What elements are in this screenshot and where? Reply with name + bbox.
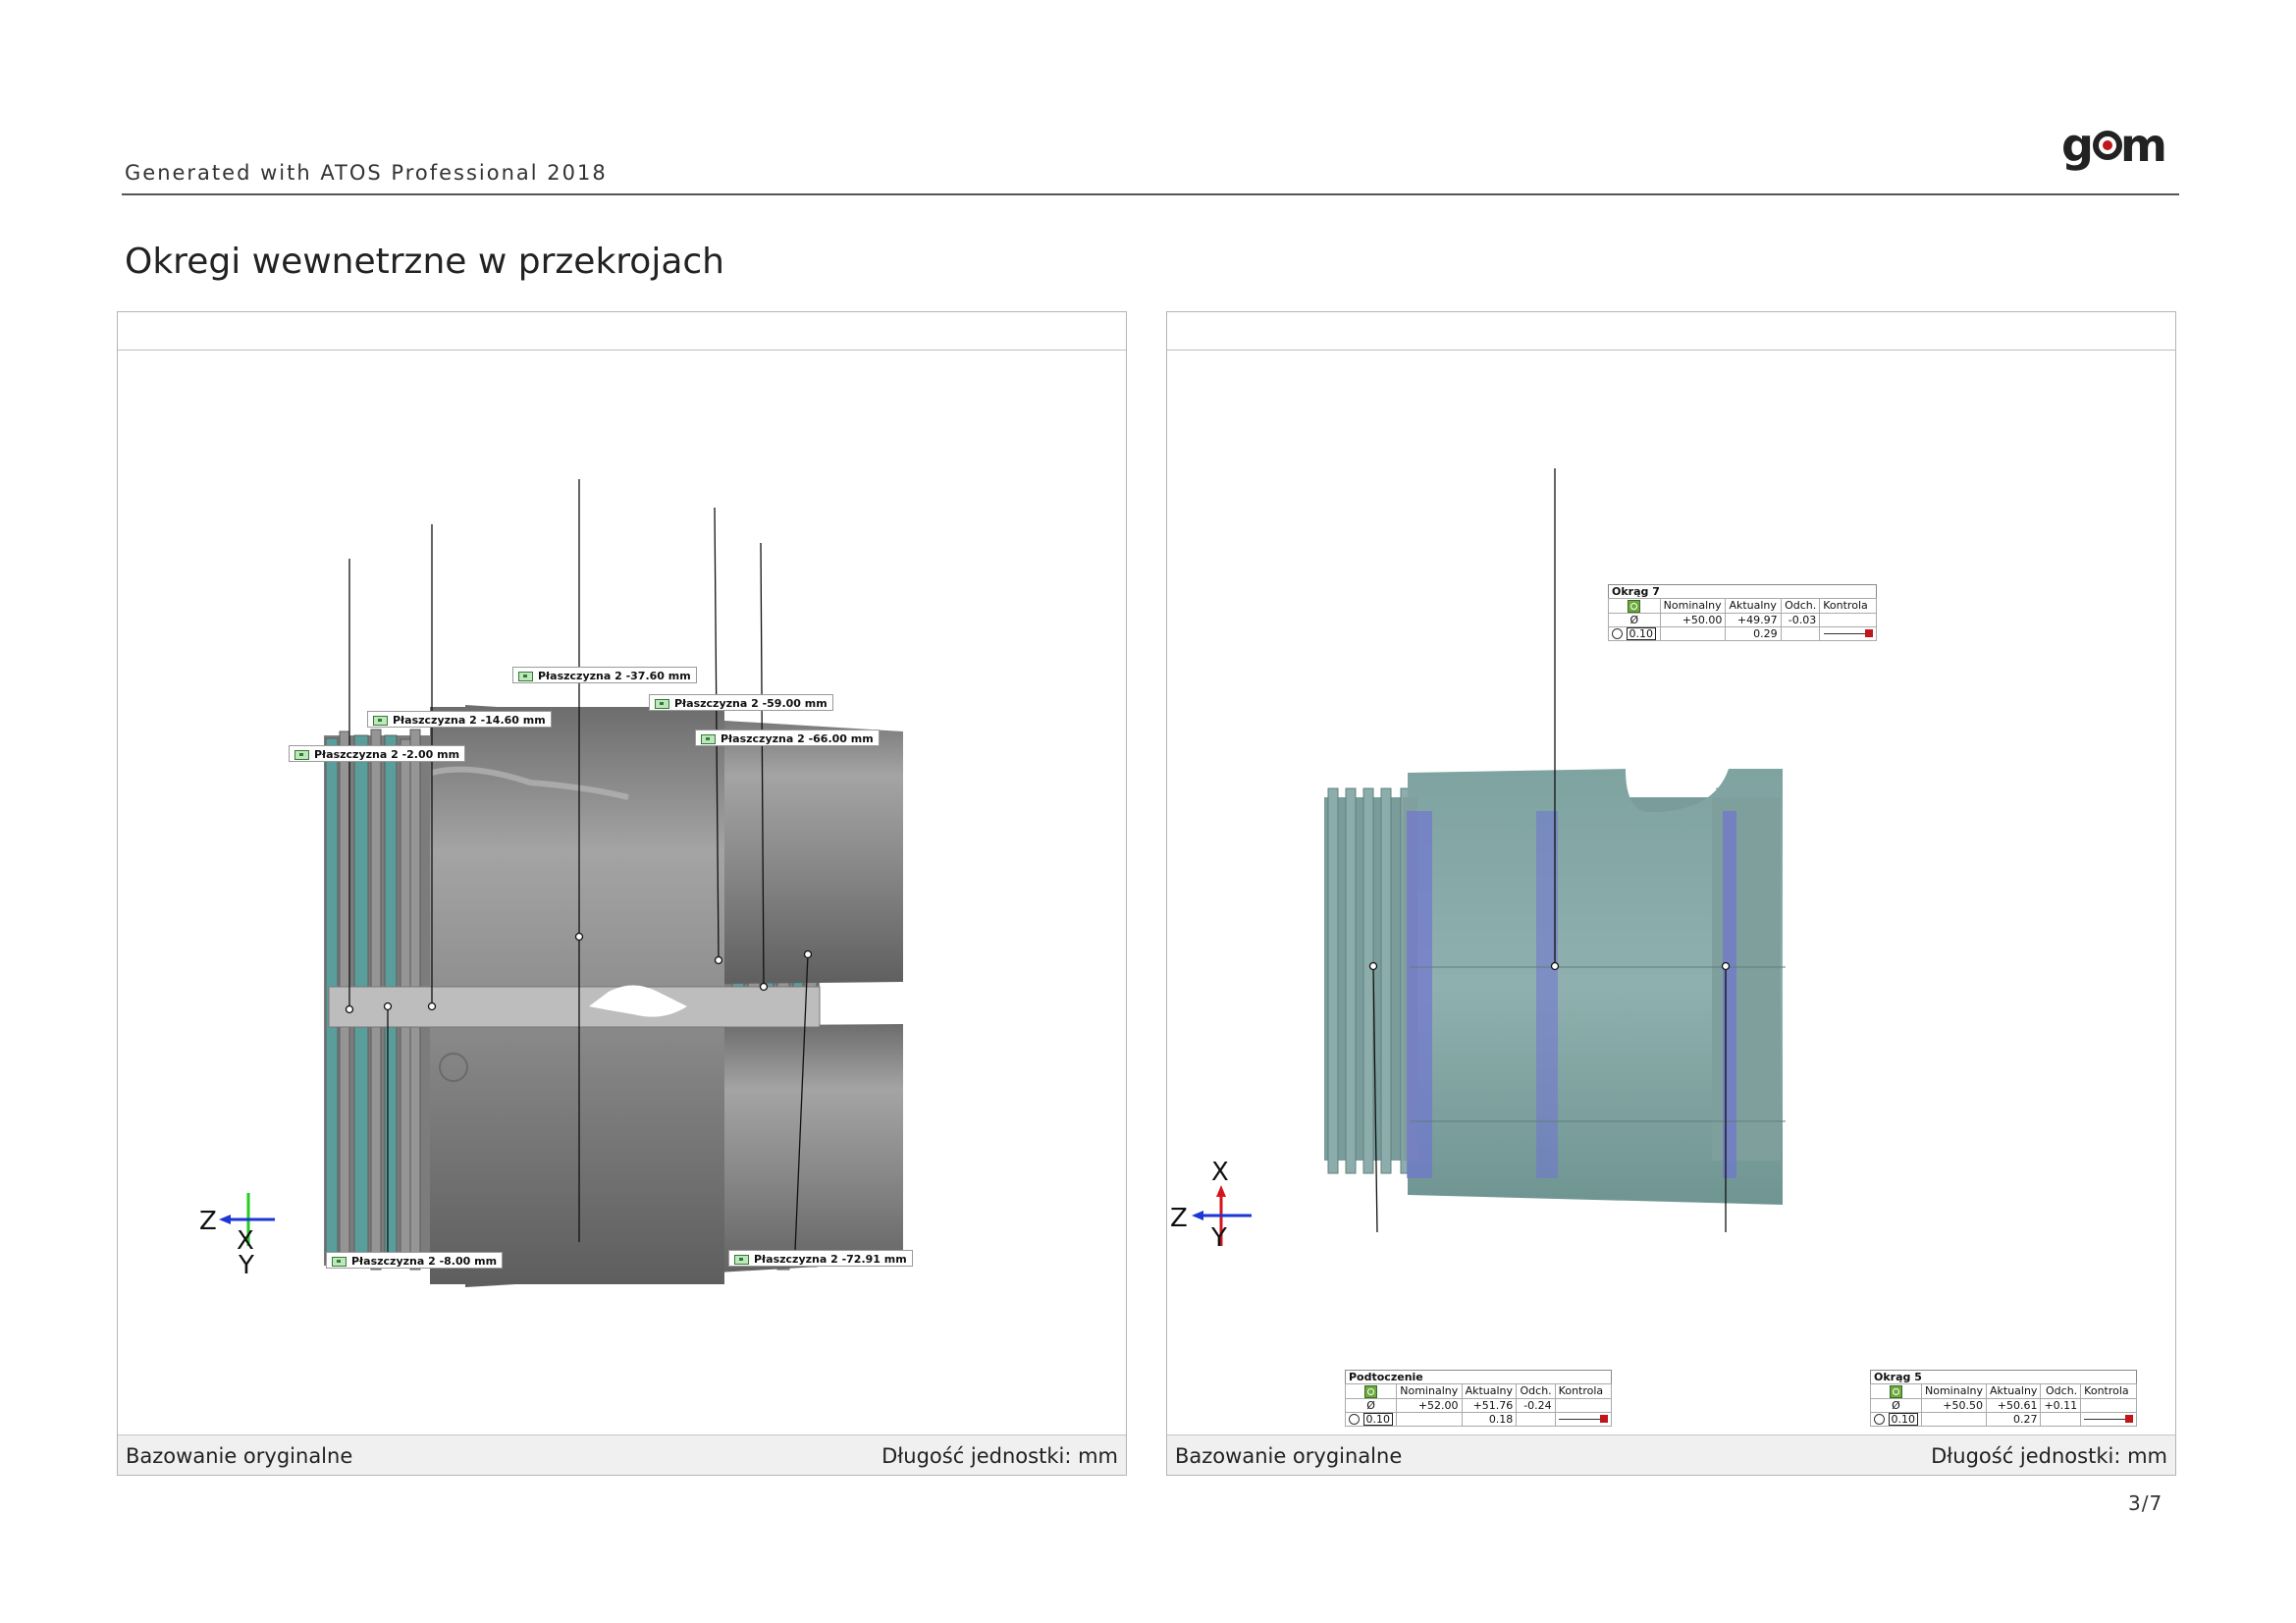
right-3d-view: X Z Y xyxy=(1170,468,1786,1253)
alignment-label: Bazowanie oryginalne xyxy=(1175,1444,1403,1468)
right-report-panel: X Z Y Okrąg 7 Nominalny Aktualny Odch. K… xyxy=(1166,311,2176,1476)
plane-label: Płaszczyzna 2 -59.00 mm xyxy=(649,694,833,711)
plane-icon xyxy=(655,699,669,709)
tolerance-bar xyxy=(1823,629,1873,638)
left-part-model xyxy=(324,705,903,1287)
axis-label-y: Y xyxy=(1210,1223,1227,1253)
axis-label-z: Z xyxy=(199,1207,217,1236)
fit-circle-icon xyxy=(1364,1384,1378,1398)
measure-table: Okrąg 5 Nominalny Aktualny Odch. Kontrol… xyxy=(1870,1370,2138,1427)
tolerance-bar xyxy=(1558,1415,1608,1424)
plane-icon xyxy=(518,672,533,681)
plane-icon xyxy=(332,1257,347,1267)
fit-circle-icon xyxy=(1628,599,1641,613)
panel-footer: Bazowanie oryginalne Długość jednostki: … xyxy=(118,1434,1126,1475)
left-3d-view: Z X Y xyxy=(199,479,903,1287)
panel-header xyxy=(118,312,1126,351)
right-part-model xyxy=(1324,769,1786,1205)
panel-header xyxy=(1167,312,2175,351)
svg-text:m: m xyxy=(2120,120,2167,172)
panel-footer: Bazowanie oryginalne Długość jednostki: … xyxy=(1167,1434,2175,1475)
fit-circle-icon xyxy=(1890,1384,1902,1398)
plane-icon xyxy=(294,750,309,760)
plane-label: Płaszczyzna 2 -66.00 mm xyxy=(695,730,880,746)
gom-logo: g m xyxy=(2061,120,2167,172)
axis-label-z: Z xyxy=(1170,1204,1188,1233)
header-rule xyxy=(122,193,2179,195)
unit-label: Długość jednostki: mm xyxy=(881,1444,1118,1468)
plane-icon xyxy=(734,1255,749,1265)
roundness-icon xyxy=(1612,628,1623,639)
page-title: Okregi wewnetrzne w przekrojach xyxy=(125,242,724,282)
axis-label-y: Y xyxy=(238,1251,254,1280)
roundness-icon xyxy=(1874,1414,1885,1425)
generator-text: Generated with ATOS Professional 2018 xyxy=(125,161,608,185)
plane-label: Płaszczyzna 2 -72.91 mm xyxy=(728,1250,913,1267)
tolerance-bar xyxy=(2084,1415,2134,1424)
axis-label-x: X xyxy=(1211,1158,1229,1187)
left-report-panel: Z X Y Płaszczyzna 2 -37.60 mm Płaszczyzn… xyxy=(117,311,1127,1476)
left-axis-triad: Z X Y xyxy=(199,1193,275,1280)
alignment-label: Bazowanie oryginalne xyxy=(126,1444,353,1468)
plane-label: Płaszczyzna 2 -14.60 mm xyxy=(367,711,552,728)
measure-table: Okrąg 7 Nominalny Aktualny Odch. Kontrol… xyxy=(1608,584,1877,641)
measure-table: Podtoczenie Nominalny Aktualny Odch. Kon… xyxy=(1344,1370,1613,1427)
roundness-icon xyxy=(1349,1414,1360,1425)
plane-label: Płaszczyzna 2 -8.00 mm xyxy=(326,1252,504,1269)
plane-icon xyxy=(701,734,716,744)
plane-label: Płaszczyzna 2 -37.60 mm xyxy=(512,667,697,683)
unit-label: Długość jednostki: mm xyxy=(1931,1444,2167,1468)
plane-icon xyxy=(373,716,388,726)
page-number: 3/7 xyxy=(2128,1491,2163,1515)
right-axis-triad: X Z Y xyxy=(1170,1158,1252,1253)
svg-text:g: g xyxy=(2061,120,2092,172)
plane-label: Płaszczyzna 2 -2.00 mm xyxy=(289,745,466,762)
